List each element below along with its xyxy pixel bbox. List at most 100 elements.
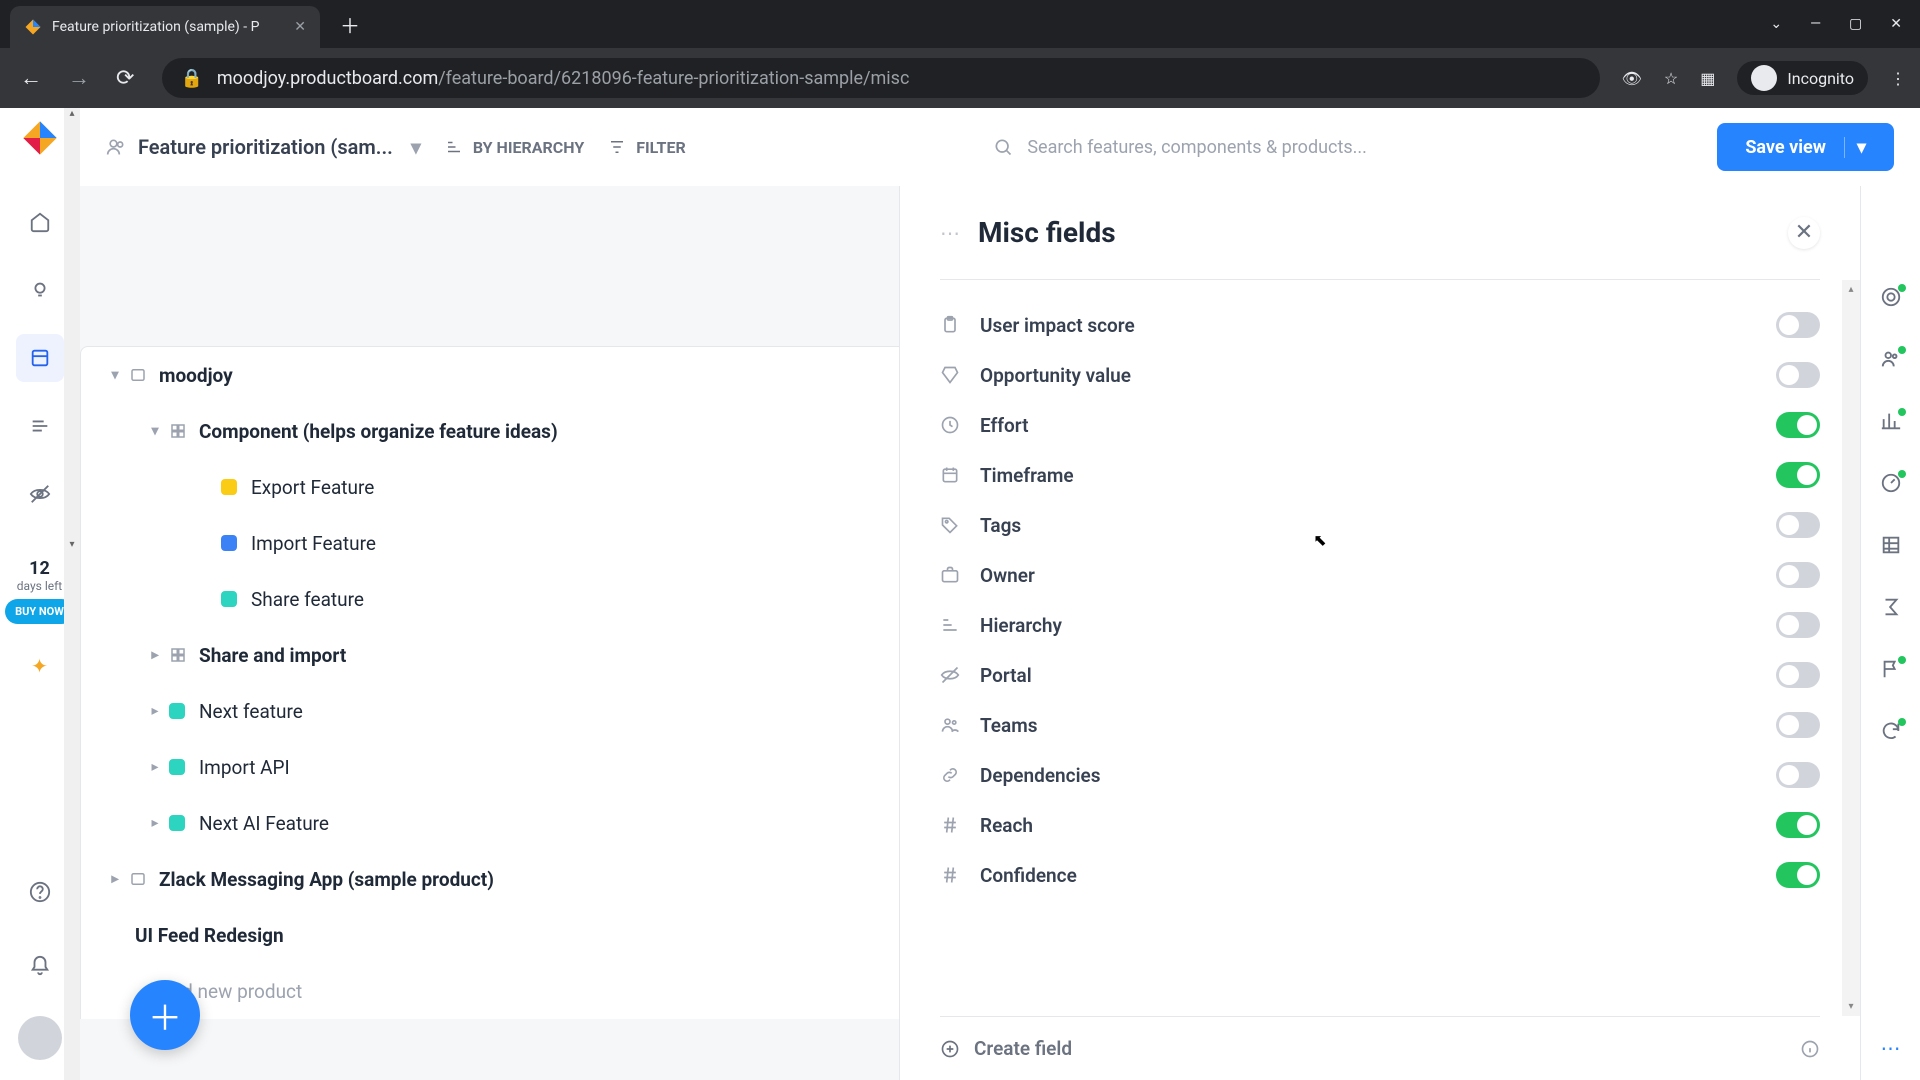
field-toggle[interactable] bbox=[1776, 612, 1820, 638]
reload-icon[interactable]: ⟳ bbox=[110, 66, 140, 91]
notifications-icon[interactable] bbox=[16, 942, 64, 990]
tree-feature-row[interactable]: Import Feature bbox=[81, 515, 899, 571]
feature-tree: ▾ moodjoy ▾ Component (helps organize fe… bbox=[80, 346, 899, 1019]
rail-table-icon[interactable] bbox=[1880, 534, 1902, 556]
new-tab-button[interactable]: ＋ bbox=[340, 10, 360, 39]
tree-feature-row[interactable]: ▸Next AI Feature bbox=[81, 795, 899, 851]
field-toggle[interactable] bbox=[1776, 312, 1820, 338]
productboard-logo-icon[interactable] bbox=[20, 118, 60, 158]
drag-handle-icon[interactable]: ⋯ bbox=[940, 221, 960, 245]
misc-fields-panel: ⋯ Misc fields ✕ User impact score Opport… bbox=[900, 186, 1860, 1080]
caret-right-icon[interactable]: ▸ bbox=[141, 703, 169, 719]
browser-tab[interactable]: Feature prioritization (sample) - P ✕ bbox=[10, 6, 320, 48]
insights-nav-icon[interactable] bbox=[16, 266, 64, 314]
sparkle-icon[interactable]: ✦ bbox=[31, 654, 48, 678]
rail-refresh-icon[interactable] bbox=[1880, 720, 1902, 742]
caret-down-icon[interactable]: ▾ bbox=[141, 423, 169, 439]
field-toggle[interactable] bbox=[1776, 712, 1820, 738]
create-field-label: Create field bbox=[974, 1037, 1072, 1060]
tree-feature-row[interactable]: Share feature bbox=[81, 571, 899, 627]
window-close-icon[interactable]: ✕ bbox=[1890, 16, 1902, 32]
caret-right-icon[interactable]: ▸ bbox=[141, 815, 169, 831]
field-label: Hierarchy bbox=[980, 614, 1062, 637]
field-row: Reach bbox=[940, 800, 1820, 850]
people-icon bbox=[106, 137, 126, 157]
rail-people-icon[interactable] bbox=[1880, 348, 1902, 370]
field-toggle[interactable] bbox=[1776, 562, 1820, 588]
field-row: Confidence bbox=[940, 850, 1820, 900]
extensions-icon[interactable]: ▦ bbox=[1700, 69, 1715, 88]
close-panel-icon[interactable]: ✕ bbox=[1788, 217, 1820, 249]
by-hierarchy-button[interactable]: BY HIERARCHY bbox=[445, 138, 584, 157]
panel-scrollbar[interactable]: ▴ ▾ bbox=[1842, 280, 1860, 1016]
help-icon[interactable] bbox=[16, 868, 64, 916]
home-nav-icon[interactable] bbox=[16, 198, 64, 246]
tree-product-row[interactable]: ▾ moodjoy bbox=[81, 347, 899, 403]
create-field-button[interactable]: Create field bbox=[940, 1016, 1820, 1080]
rail-sigma-icon[interactable] bbox=[1880, 596, 1902, 618]
field-row: Owner bbox=[940, 550, 1820, 600]
back-icon[interactable]: ← bbox=[14, 65, 48, 91]
field-toggle[interactable] bbox=[1776, 862, 1820, 888]
caret-right-icon[interactable]: ▸ bbox=[141, 647, 169, 663]
left-nav-rail: 12 days left BUY NOW ✦ ▴ ▾ bbox=[0, 108, 80, 1080]
tracking-icon[interactable]: 👁 bbox=[1622, 69, 1642, 88]
field-toggle[interactable] bbox=[1776, 812, 1820, 838]
tree-product-row[interactable]: ▸ Zlack Messaging App (sample product) bbox=[81, 851, 899, 907]
tree-feature-row[interactable]: Export Feature bbox=[81, 459, 899, 515]
field-toggle[interactable] bbox=[1776, 362, 1820, 388]
info-icon[interactable] bbox=[1800, 1039, 1820, 1059]
browser-toolbar: ← → ⟳ 🔒 moodjoy.productboard.com/feature… bbox=[0, 48, 1920, 108]
caret-down-icon[interactable]: ▾ bbox=[101, 367, 129, 383]
minimize-icon[interactable]: ― bbox=[1810, 16, 1821, 32]
tree-feature-row[interactable]: ▸Next feature bbox=[81, 683, 899, 739]
filter-label: FILTER bbox=[636, 138, 686, 157]
portal-icon bbox=[940, 665, 962, 685]
search-input[interactable]: Search features, components & products..… bbox=[977, 137, 1677, 158]
incognito-label: Incognito bbox=[1787, 69, 1854, 88]
url-bar[interactable]: 🔒 moodjoy.productboard.com/feature-board… bbox=[162, 58, 1599, 98]
by-hierarchy-label: BY HIERARCHY bbox=[473, 138, 584, 157]
tree-component-row[interactable]: ▾ Component (helps organize feature idea… bbox=[81, 403, 899, 459]
rail-target-icon[interactable] bbox=[1880, 286, 1902, 308]
incognito-badge: 🕶 Incognito bbox=[1737, 61, 1868, 95]
field-toggle[interactable] bbox=[1776, 412, 1820, 438]
save-view-caret-icon[interactable]: ▾ bbox=[1844, 137, 1866, 158]
rail-scrollbar[interactable]: ▴ ▾ bbox=[64, 108, 80, 1080]
main-column: Feature prioritization (sam... ▾ BY HIER… bbox=[80, 108, 1920, 1080]
rail-chart-icon[interactable] bbox=[1880, 410, 1902, 432]
tree-feature-row[interactable]: ▸Import API bbox=[81, 739, 899, 795]
tab-close-icon[interactable]: ✕ bbox=[294, 19, 306, 35]
scroll-down-icon[interactable]: ▾ bbox=[64, 539, 80, 550]
board-title-dropdown[interactable]: Feature prioritization (sam... ▾ bbox=[106, 135, 421, 159]
roadmap-nav-icon[interactable] bbox=[16, 402, 64, 450]
maximize-icon[interactable]: ▢ bbox=[1849, 16, 1862, 32]
tree-product-row[interactable]: ▸ ▢ UI Feed Redesign bbox=[81, 907, 899, 963]
add-product-row[interactable]: ▸ Add new product bbox=[81, 963, 899, 1019]
field-toggle[interactable] bbox=[1776, 462, 1820, 488]
field-toggle[interactable] bbox=[1776, 762, 1820, 788]
kebab-menu-icon[interactable]: ⋮ bbox=[1890, 69, 1906, 88]
add-fab-button[interactable]: ＋ bbox=[130, 980, 200, 1050]
board-title-label: Feature prioritization (sam... bbox=[138, 135, 393, 159]
rail-more-icon[interactable]: ⋯ bbox=[1881, 1036, 1901, 1060]
scroll-up-icon[interactable]: ▴ bbox=[64, 108, 80, 119]
caret-right-icon[interactable]: ▸ bbox=[101, 871, 129, 887]
tree-component-row[interactable]: ▸ Share and import bbox=[81, 627, 899, 683]
user-avatar[interactable] bbox=[18, 1016, 62, 1060]
diamond-icon bbox=[940, 365, 962, 385]
field-toggle[interactable] bbox=[1776, 512, 1820, 538]
rail-flag-icon[interactable] bbox=[1880, 658, 1902, 680]
scroll-up-icon[interactable]: ▴ bbox=[1848, 284, 1853, 295]
caret-right-icon[interactable]: ▸ bbox=[141, 759, 169, 775]
portal-nav-icon[interactable] bbox=[16, 470, 64, 518]
filter-button[interactable]: FILTER bbox=[608, 138, 686, 157]
feature-color-icon bbox=[221, 591, 237, 607]
field-toggle[interactable] bbox=[1776, 662, 1820, 688]
bookmark-icon[interactable]: ☆ bbox=[1664, 69, 1678, 88]
tabs-dropdown-icon[interactable]: ⌄ bbox=[1770, 16, 1782, 32]
rail-speed-icon[interactable] bbox=[1880, 472, 1902, 494]
features-nav-icon[interactable] bbox=[16, 334, 64, 382]
scroll-down-icon[interactable]: ▾ bbox=[1848, 1001, 1853, 1012]
save-view-button[interactable]: Save view ▾ bbox=[1717, 123, 1894, 171]
